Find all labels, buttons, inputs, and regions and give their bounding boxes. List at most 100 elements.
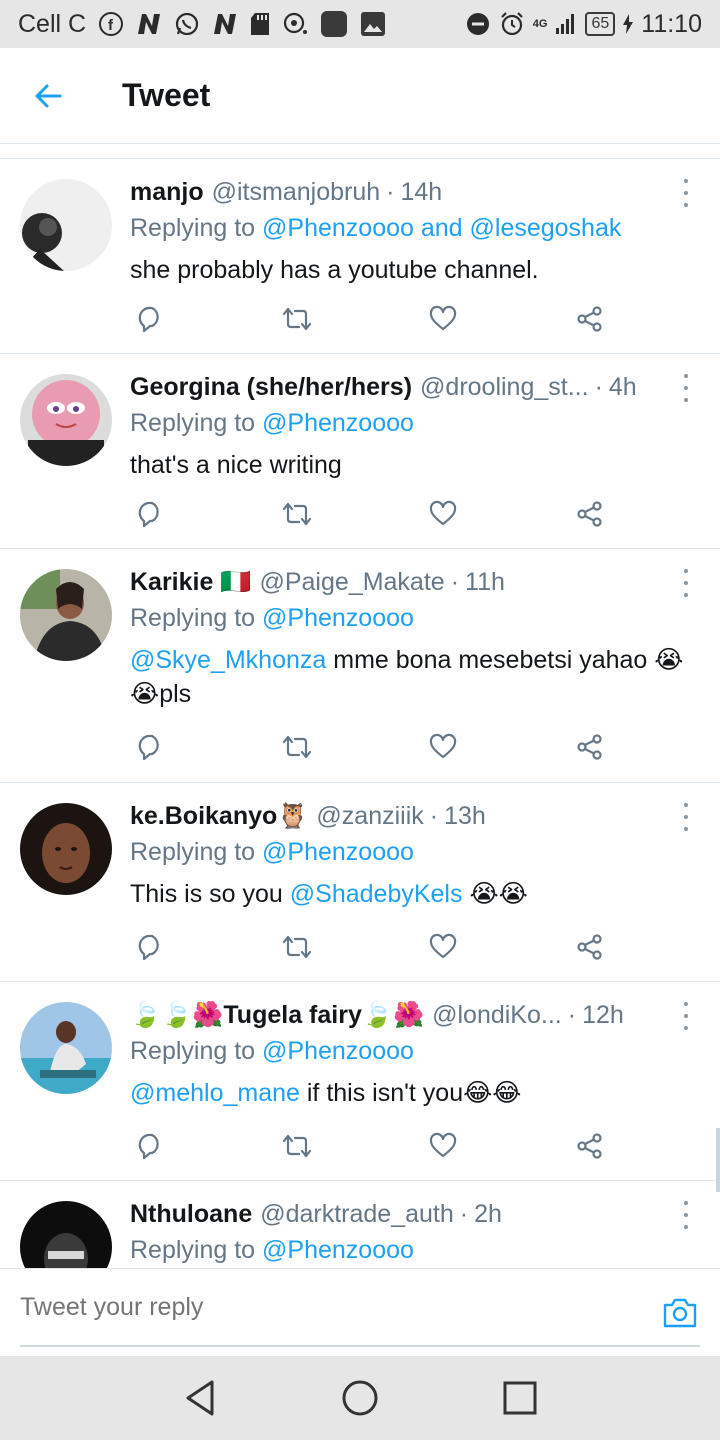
display-name[interactable]: manjo: [130, 178, 204, 207]
page-title: Tweet: [122, 77, 211, 113]
back-button[interactable]: [0, 48, 96, 144]
user-handle[interactable]: @zanziiik: [316, 802, 423, 831]
whatsapp-icon: [174, 11, 200, 37]
nav-recents-button[interactable]: [490, 1368, 550, 1428]
circle-home-icon: [342, 1380, 378, 1416]
user-handle[interactable]: @Paige_Makate: [259, 568, 444, 597]
display-name[interactable]: ke.Boikanyo🦉: [130, 802, 308, 831]
replying-to-link[interactable]: @Phenzoooo and @lesegoshak: [262, 214, 621, 242]
retweet-button[interactable]: [277, 727, 317, 767]
like-button[interactable]: [423, 494, 463, 534]
clock: 11:10: [641, 9, 702, 38]
mention-link[interactable]: @Skye_Mkhonza: [130, 646, 326, 674]
like-button[interactable]: [423, 727, 463, 767]
app-square-icon: [320, 10, 348, 38]
replying-to-link[interactable]: @Phenzoooo: [262, 1236, 414, 1264]
separator-dot: ·: [594, 372, 603, 401]
tweet-item[interactable]: 🍃🍃🌺Tugela fairy🍃🌺 @londiKo... · 12h Repl…: [0, 982, 720, 1181]
like-button[interactable]: [423, 927, 463, 967]
more-options-icon[interactable]: [680, 1002, 692, 1030]
reply-icon: [138, 734, 159, 761]
avatar[interactable]: [20, 179, 112, 271]
retweet-button[interactable]: [277, 1126, 317, 1166]
share-button[interactable]: [570, 494, 610, 534]
reply-button[interactable]: [130, 727, 170, 767]
avatar[interactable]: [20, 374, 112, 466]
user-handle[interactable]: @darktrade_auth: [260, 1200, 454, 1229]
timestamp[interactable]: 12h: [582, 1001, 624, 1030]
retweet-button[interactable]: [277, 299, 317, 339]
more-options-icon[interactable]: [680, 803, 692, 831]
reply-input[interactable]: [20, 1287, 590, 1327]
replying-to: Replying to @Phenzoooo: [130, 838, 696, 872]
scrollbar[interactable]: [716, 1128, 720, 1192]
avatar[interactable]: [20, 1201, 112, 1268]
replying-to: Replying to @Phenzoooo: [130, 604, 696, 638]
nav-home-button[interactable]: [330, 1368, 390, 1428]
tweet-item[interactable]: ke.Boikanyo🦉 @zanziiik · 13h Replying to…: [0, 783, 720, 982]
tweet-item[interactable]: Nthuloane @darktrade_auth · 2h Replying …: [0, 1181, 720, 1268]
user-handle[interactable]: @londiKo...: [432, 1001, 562, 1030]
more-options-icon[interactable]: [680, 179, 692, 207]
nav-back-button[interactable]: [170, 1368, 230, 1428]
do-not-disturb-icon: [465, 11, 491, 37]
timestamp[interactable]: 2h: [474, 1200, 502, 1229]
share-button[interactable]: [570, 1126, 610, 1166]
avatar[interactable]: [20, 1002, 112, 1094]
retweet-icon: [282, 502, 311, 526]
tweet-item[interactable]: manjo @itsmanjobruh · 14h Replying to @P…: [0, 159, 720, 354]
retweet-button[interactable]: [277, 927, 317, 967]
share-button[interactable]: [570, 927, 610, 967]
tweet-body: if this isn't you😂😂: [299, 1079, 522, 1107]
tweet-body: 😭😭: [462, 880, 528, 908]
like-button[interactable]: [423, 299, 463, 339]
network-type-label: 4G: [532, 17, 548, 30]
replying-to-link[interactable]: @Phenzoooo: [262, 838, 414, 866]
timestamp[interactable]: 4h: [609, 373, 637, 402]
replying-prefix: Replying to: [130, 604, 256, 632]
retweet-button[interactable]: [277, 494, 317, 534]
camera-icon: [663, 1298, 697, 1328]
replying-prefix: Replying to: [130, 1236, 256, 1264]
user-handle[interactable]: @itsmanjobruh: [212, 178, 381, 207]
avatar[interactable]: [20, 569, 112, 661]
tweet-text: @Skye_Mkhonza mme bona mesebetsi yahao 😭…: [130, 643, 696, 711]
reply-icon: [138, 501, 159, 528]
reply-button[interactable]: [130, 299, 170, 339]
tweet-text: @mehlo_mane if this isn't you😂😂: [130, 1076, 696, 1110]
replying-to: Replying to @Phenzoooo and @lesegoshak: [130, 214, 696, 248]
tweet-item[interactable]: Georgina (she/her/hers) @drooling_st... …: [0, 354, 720, 549]
more-options-icon[interactable]: [680, 569, 692, 597]
camera-button[interactable]: [662, 1295, 698, 1331]
more-options-icon[interactable]: [680, 1201, 692, 1229]
reply-feed[interactable]: manjo @itsmanjobruh · 14h Replying to @P…: [0, 159, 720, 1268]
replying-to-link[interactable]: @Phenzoooo: [262, 1037, 414, 1065]
share-button[interactable]: [570, 727, 610, 767]
share-button[interactable]: [570, 299, 610, 339]
avatar[interactable]: [20, 803, 112, 895]
timestamp[interactable]: 13h: [444, 802, 486, 831]
replying-to-link[interactable]: @Phenzoooo: [262, 409, 414, 437]
reply-button[interactable]: [130, 1126, 170, 1166]
display-name[interactable]: Nthuloane: [130, 1200, 252, 1229]
retweet-icon: [282, 1134, 311, 1158]
timestamp[interactable]: 14h: [400, 178, 442, 207]
mention-link[interactable]: @mehlo_mane: [130, 1079, 300, 1107]
replying-to-link[interactable]: @Phenzoooo: [262, 604, 414, 632]
like-button[interactable]: [423, 1126, 463, 1166]
tweet-actions: [130, 494, 610, 534]
tweet-item[interactable]: Karikie 🇮🇹 @Paige_Makate · 11h Replying …: [0, 549, 720, 783]
user-handle[interactable]: @drooling_st...: [420, 373, 589, 402]
retweet-icon: [282, 935, 311, 959]
display-name[interactable]: Karikie 🇮🇹: [130, 568, 251, 597]
reply-button[interactable]: [130, 927, 170, 967]
reply-composer: [0, 1268, 720, 1356]
system-nav-bar: [0, 1356, 720, 1440]
mention-link[interactable]: @ShadebyKels: [290, 880, 463, 908]
more-options-icon[interactable]: [680, 374, 692, 402]
tweet-body-start: This is so you: [130, 880, 290, 908]
display-name[interactable]: 🍃🍃🌺Tugela fairy🍃🌺: [130, 1001, 424, 1030]
display-name[interactable]: Georgina (she/her/hers): [130, 373, 412, 402]
reply-button[interactable]: [130, 494, 170, 534]
timestamp[interactable]: 11h: [465, 568, 505, 597]
